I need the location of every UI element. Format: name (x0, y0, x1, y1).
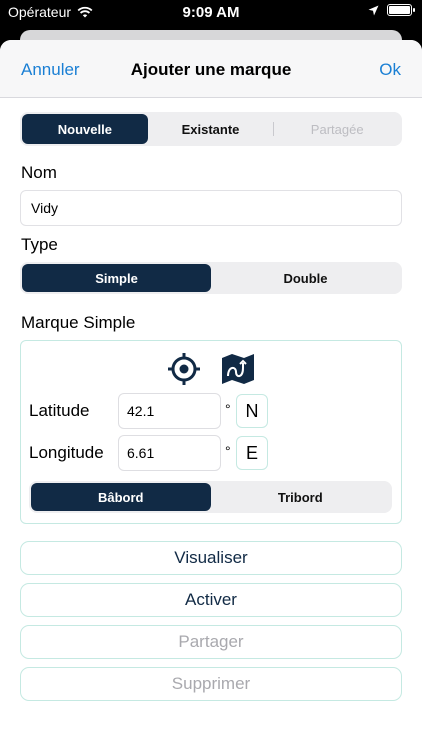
latitude-label: Latitude (29, 401, 90, 420)
mark-tools (21, 351, 401, 387)
mark-panel: Latitude 42.1 ° N Longitude 6.61 ° E Bâb… (20, 340, 402, 524)
status-bar: Opérateur 9:09 AM (0, 0, 422, 28)
segment-port[interactable]: Bâbord (31, 483, 211, 511)
locate-button[interactable] (166, 351, 202, 387)
add-mark-sheet: Annuler Ajouter une marque Ok Nouvelle E… (0, 40, 422, 750)
share-button[interactable]: Partager (20, 625, 402, 659)
segment-new[interactable]: Nouvelle (22, 114, 148, 144)
crosshair-icon (168, 353, 200, 385)
activate-button[interactable]: Activer (20, 583, 402, 617)
status-time: 9:09 AM (182, 4, 240, 21)
segment-starboard[interactable]: Tribord (211, 483, 391, 511)
longitude-hemisphere-button[interactable]: E (236, 436, 268, 470)
type-segmented-control: Simple Double (20, 262, 402, 294)
location-arrow-icon (368, 5, 379, 15)
segment-existing[interactable]: Existante (148, 114, 274, 144)
name-label: Nom (21, 163, 57, 182)
type-label: Type (21, 235, 58, 254)
battery-icon (387, 4, 415, 16)
ok-button[interactable]: Ok (379, 60, 401, 80)
segment-simple[interactable]: Simple (22, 264, 211, 292)
longitude-input[interactable]: 6.61 (118, 435, 221, 471)
map-icon (222, 354, 254, 384)
visualize-button[interactable]: Visualiser (20, 541, 402, 575)
longitude-label: Longitude (29, 443, 104, 462)
status-right (368, 4, 415, 16)
mark-section-title: Marque Simple (21, 313, 136, 332)
latitude-hemisphere-button[interactable]: N (236, 394, 268, 428)
source-segmented-control: Nouvelle Existante Partagée (20, 112, 402, 146)
name-input[interactable]: Vidy (20, 190, 402, 226)
latitude-input[interactable]: 42.1 (118, 393, 221, 429)
segment-double[interactable]: Double (211, 264, 400, 292)
page-title: Ajouter une marque (130, 60, 292, 79)
longitude-degree: ° (225, 443, 231, 459)
side-segmented-control: Bâbord Tribord (29, 481, 392, 513)
delete-button[interactable]: Supprimer (20, 667, 402, 701)
navigation-bar: Annuler Ajouter une marque Ok (0, 40, 422, 98)
segment-shared[interactable]: Partagée (274, 114, 400, 144)
map-button[interactable] (220, 351, 256, 387)
latitude-degree: ° (225, 401, 231, 417)
